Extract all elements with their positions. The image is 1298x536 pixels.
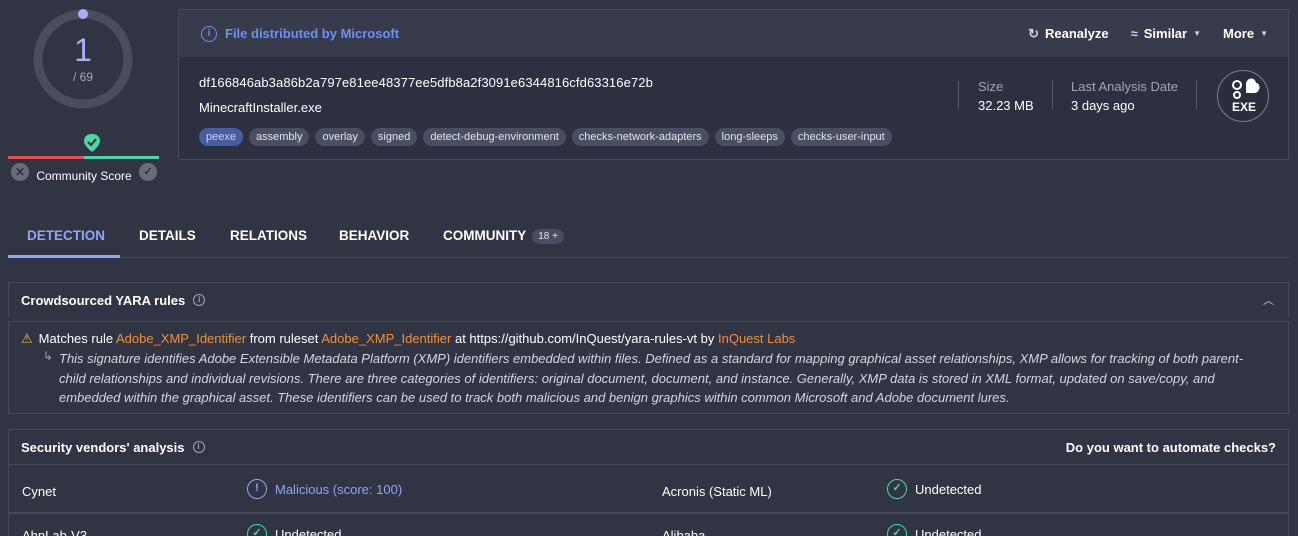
tab-community[interactable]: COMMUNITY 18 + (443, 218, 564, 258)
check-circle-icon: ✓ (247, 524, 267, 536)
vendor-name: Cynet (22, 484, 56, 499)
file-summary-card: i File distributed by Microsoft ↻ Reanal… (178, 9, 1289, 160)
vendor-result: ! Malicious (score: 100) (247, 479, 402, 499)
active-tab-indicator (8, 255, 120, 258)
similar-label: Similar (1143, 26, 1188, 41)
community-count-badge: 18 + (532, 229, 564, 244)
last-analysis-value: 3 days ago (1071, 98, 1135, 113)
similar-button[interactable]: ≈ Similar ▼ (1131, 26, 1201, 41)
yara-ruleset-link[interactable]: Adobe_XMP_Identifier (321, 331, 451, 346)
tag[interactable]: checks-user-input (790, 128, 892, 146)
chevron-down-icon: ▼ (1260, 29, 1268, 38)
divider (958, 81, 959, 109)
divider (1052, 81, 1053, 109)
reanalyze-label: Reanalyze (1045, 26, 1109, 41)
reanalyze-button[interactable]: ↻ Reanalyze (1028, 26, 1109, 42)
table-row: AhnLab-V3 ✓ Undetected Alibaba ✓ Undetec… (8, 513, 1289, 536)
tag[interactable]: peexe (199, 128, 243, 146)
tag[interactable]: long-sleeps (714, 128, 785, 146)
file-distributor[interactable]: File distributed by Microsoft (225, 26, 399, 41)
detection-score-gauge: 1 / 69 (32, 8, 134, 110)
tab-relations[interactable]: RELATIONS (230, 218, 307, 258)
community-score-marker-icon (84, 134, 100, 152)
file-name: MinecraftInstaller.exe (199, 100, 322, 115)
chevron-up-icon[interactable]: ︿ (1263, 292, 1274, 308)
file-type-label: EXE (1231, 100, 1256, 114)
warning-icon: ⚠ (21, 331, 33, 346)
report-tabs: DETECTION DETAILS RELATIONS BEHAVIOR COM… (8, 218, 1290, 258)
community-positive-bar (84, 156, 159, 159)
check-circle-icon: ✓ (887, 524, 907, 536)
vote-harmless-icon[interactable]: ✓ (139, 163, 157, 181)
vendor-result: ✓ Undetected (887, 479, 982, 499)
tag[interactable]: signed (370, 128, 418, 146)
community-score-label: Community Score (36, 169, 132, 183)
info-icon[interactable]: i (192, 441, 205, 453)
vendor-result-text: Undetected (275, 526, 342, 536)
info-icon[interactable]: i (193, 294, 206, 306)
tab-community-label: COMMUNITY (443, 228, 527, 243)
yara-prefix: Matches rule (38, 331, 114, 346)
vendors-section-title: Security vendors' analysis (21, 439, 185, 455)
file-type-icon: EXE (1217, 70, 1269, 122)
vendor-name: Alibaba (662, 528, 706, 536)
alert-icon: ! (247, 479, 267, 499)
file-actions: ↻ Reanalyze ≈ Similar ▼ More ▼ (1028, 10, 1268, 57)
vendor-result-text: Malicious (score: 100) (275, 481, 403, 497)
more-label: More (1223, 26, 1255, 41)
divider (1196, 81, 1197, 109)
yara-match: ⚠ Matches rule Adobe_XMP_Identifier from … (8, 321, 1289, 414)
similar-icon: ≈ (1130, 26, 1138, 41)
yara-author-link[interactable]: InQuest Labs (718, 331, 795, 346)
tab-details[interactable]: DETAILS (139, 218, 196, 258)
vendor-result-text: Undetected (915, 526, 982, 536)
yara-section-header[interactable]: Crowdsourced YARA rules i ︿ (8, 282, 1289, 317)
engine-total: / 69 (72, 70, 93, 84)
refresh-icon: ↻ (1028, 25, 1039, 41)
yara-match-line: ⚠ Matches rule Adobe_XMP_Identifier from … (21, 331, 795, 347)
vendor-result: ✓ Undetected (887, 524, 982, 536)
last-analysis-label: Last Analysis Date (1071, 79, 1178, 94)
yara-section-title: Crowdsourced YARA rules (21, 292, 186, 308)
tab-behavior[interactable]: BEHAVIOR (339, 218, 409, 258)
sub-arrow-icon: ↳ (43, 349, 54, 363)
file-hash[interactable]: df166846ab3a86b2a797e81ee48377ee5dfb8a2f… (199, 75, 653, 90)
table-row: Cynet ! Malicious (score: 100) Acronis (… (8, 464, 1289, 513)
info-icon: i (201, 25, 217, 42)
yara-rule-link[interactable]: Adobe_XMP_Identifier (116, 331, 246, 346)
vendor-result-text: Undetected (915, 481, 982, 497)
yara-source: at https://github.com/InQuest/yara-rules… (454, 331, 715, 346)
detection-count: 1 (74, 32, 92, 68)
tag[interactable]: assembly (248, 128, 310, 146)
yara-description: This signature identifies Adobe Extensib… (59, 351, 1244, 405)
vendors-section-header: Security vendors' analysis i Do you want… (8, 429, 1289, 464)
vendor-result: ✓ Undetected (247, 524, 342, 536)
gear-icon (1232, 78, 1260, 99)
yara-from: from ruleset (249, 331, 319, 346)
tag[interactable]: overlay (315, 128, 365, 146)
check-circle-icon: ✓ (887, 479, 907, 499)
vendor-name: AhnLab-V3 (22, 528, 88, 536)
vendor-name: Acronis (Static ML) (662, 484, 772, 499)
tab-detection[interactable]: DETECTION (27, 218, 105, 258)
tag[interactable]: detect-debug-environment (423, 128, 566, 146)
chevron-down-icon: ▼ (1193, 29, 1202, 38)
tag[interactable]: checks-network-adapters (571, 128, 709, 146)
community-negative-bar (8, 156, 84, 159)
more-button[interactable]: More ▼ (1223, 26, 1268, 41)
file-tags: peexe assembly overlay signed detect-deb… (199, 128, 892, 146)
file-card-header: i File distributed by Microsoft ↻ Reanal… (179, 10, 1288, 57)
community-score: ✕ Community Score ✓ (8, 130, 160, 183)
size-label: Size (978, 79, 1004, 94)
automate-checks-link[interactable]: Do you want to automate checks? (1066, 440, 1276, 455)
size-value: 32.23 MB (978, 98, 1034, 113)
